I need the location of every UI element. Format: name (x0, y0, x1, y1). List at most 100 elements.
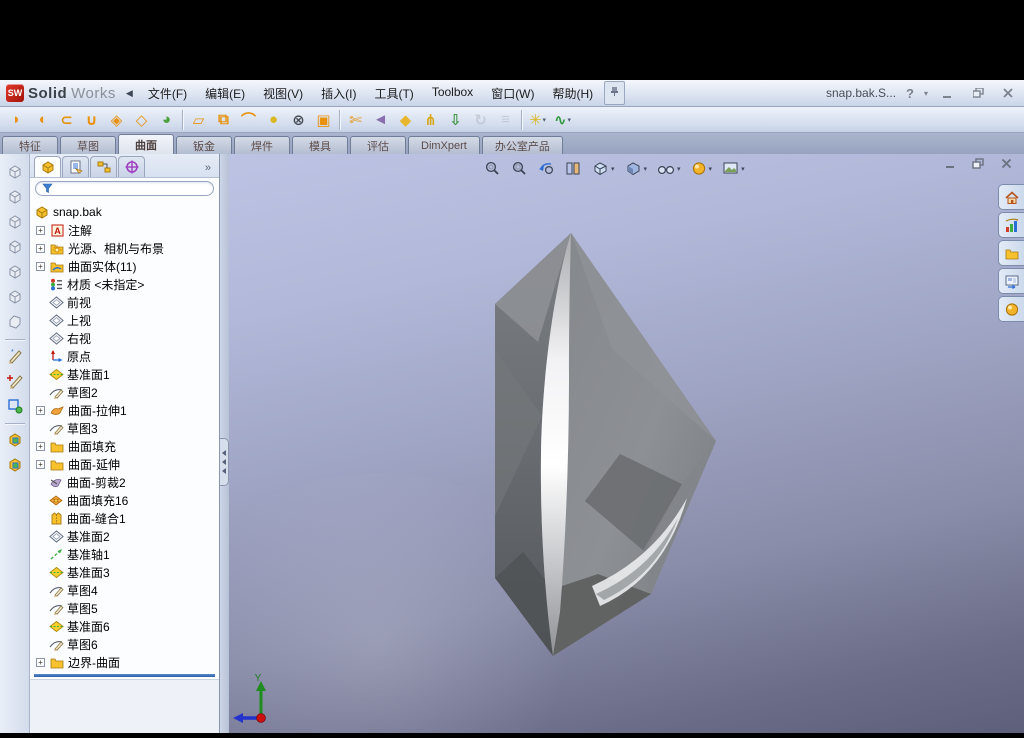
tree-item[interactable]: + 光源、相机与布景 (34, 239, 219, 257)
panel-tabs-overflow-icon[interactable]: » (205, 162, 217, 177)
tree-item[interactable]: 草图4 (34, 581, 219, 599)
zoom-to-fit-button[interactable] (481, 159, 504, 178)
tree-item[interactable]: 前视 (34, 293, 219, 311)
section-view-button[interactable] (562, 159, 585, 178)
expand-toggle[interactable]: + (36, 657, 45, 667)
tree-item[interactable]: 曲面-剪裁2 (34, 473, 219, 491)
tree-item[interactable]: 基准面6 (34, 617, 219, 635)
feature-tree-root[interactable]: snap.bak (34, 203, 219, 221)
apply-scene-button[interactable]: ▾ (719, 159, 748, 178)
file-explorer-tab[interactable] (998, 240, 1024, 266)
tree-item[interactable]: 基准面1 (34, 365, 219, 383)
menu-item-3[interactable]: 视图(V) (254, 82, 312, 105)
sketch-new-button[interactable]: * (3, 344, 27, 368)
trim-surface-button[interactable]: ✄ (343, 109, 368, 131)
menu-item-1[interactable]: 文件(F) (139, 82, 196, 105)
menu-item-6[interactable]: Toolbox (423, 82, 482, 105)
panel-splitter[interactable] (219, 154, 229, 733)
display-style-button[interactable]: ▾ (622, 159, 651, 178)
graphics-viewport[interactable]: ▾ ▾ ▾ ▾ ▾ Y (229, 154, 1024, 733)
close-doc-button[interactable] (996, 156, 1016, 171)
view-cube-iso-button[interactable] (3, 310, 27, 334)
tree-item[interactable]: + A 注解 (34, 221, 219, 239)
view-palette-tab[interactable] (998, 268, 1024, 294)
tree-item[interactable]: 上视 (34, 311, 219, 329)
edit-appearance-button[interactable]: ▾ (688, 159, 716, 178)
replace-face-button[interactable]: ▣ (311, 109, 336, 131)
tree-item[interactable]: 草图6 (34, 635, 219, 653)
tab-模具[interactable]: 模具 (292, 136, 348, 154)
tree-item[interactable]: 曲面-缝合1 (34, 509, 219, 527)
body-tool-1-button[interactable] (3, 428, 27, 452)
offset-surface-button[interactable]: ⧉ (211, 109, 236, 131)
expand-toggle[interactable]: + (36, 225, 45, 235)
tree-item[interactable]: + 曲面-拉伸1 (34, 401, 219, 419)
planar-surface-button[interactable]: ▱ (186, 109, 211, 131)
tree-item[interactable]: 草图2 (34, 383, 219, 401)
tree-item[interactable]: + 曲面实体(11) (34, 257, 219, 275)
tab-焊件[interactable]: 焊件 (234, 136, 290, 154)
featuremanager-tab[interactable] (34, 156, 61, 177)
swept-surface-button[interactable]: ⊂ (54, 109, 79, 131)
tree-item[interactable]: 右视 (34, 329, 219, 347)
tab-DimXpert[interactable]: DimXpert (408, 136, 480, 154)
expand-toggle[interactable]: + (36, 405, 45, 415)
tree-filter-input[interactable] (35, 181, 214, 196)
tree-item[interactable]: 材质 <未指定> (34, 275, 219, 293)
previous-view-button[interactable] (535, 159, 558, 178)
tree-item[interactable]: + 边界-曲面 (34, 653, 219, 671)
tree-item[interactable]: 基准面2 (34, 527, 219, 545)
revolved-surface-button[interactable]: ◖ (29, 109, 54, 131)
appearances-scenes-tab[interactable] (998, 296, 1024, 322)
extruded-surface-button[interactable]: ◗ (4, 109, 29, 131)
tree-item[interactable]: 草图3 (34, 419, 219, 437)
expand-toggle[interactable]: + (36, 261, 45, 271)
model-3d-gem[interactable] (229, 154, 1024, 733)
help-dropdown-icon[interactable]: ▾ (924, 89, 928, 98)
pin-menu-icon[interactable] (604, 81, 626, 105)
solidworks-resources-tab[interactable] (998, 184, 1024, 210)
expand-toggle[interactable]: + (36, 459, 45, 469)
view-cube-3-button[interactable] (3, 210, 27, 234)
tree-item[interactable]: + 曲面-延伸 (34, 455, 219, 473)
untrim-surface-button[interactable]: ◄ (368, 109, 393, 131)
design-library-tab[interactable] (998, 212, 1024, 238)
tree-item[interactable]: + 曲面填充 (34, 437, 219, 455)
delete-face-button[interactable]: ⊗ (286, 109, 311, 131)
filled-surface-button[interactable]: ◇ (129, 109, 154, 131)
sketch-add-button[interactable] (3, 369, 27, 393)
view-cube-2-button[interactable] (3, 185, 27, 209)
freeform-surface-button[interactable]: ◕ (154, 109, 179, 131)
minimize-doc-button[interactable] (940, 156, 960, 171)
tab-评估[interactable]: 评估 (350, 136, 406, 154)
rollback-bar[interactable] (34, 674, 215, 677)
help-icon[interactable]: ? (906, 86, 914, 101)
dimxpertmanager-tab[interactable] (118, 156, 145, 177)
menu-item-4[interactable]: 插入(I) (312, 82, 365, 105)
close-button[interactable] (998, 86, 1018, 101)
propertymanager-tab[interactable] (62, 156, 89, 177)
menu-item-5[interactable]: 工具(T) (365, 82, 422, 105)
convert-entities-button[interactable] (3, 394, 27, 418)
knit-surface-button[interactable]: ⋔ (418, 109, 443, 131)
tab-特征[interactable]: 特征 (2, 136, 58, 154)
reference-geometry-button[interactable]: ✳ ▾ (525, 109, 550, 131)
tab-办公室产品[interactable]: 办公室产品 (481, 136, 563, 154)
minimize-button[interactable] (938, 86, 958, 101)
menu-item-2[interactable]: 编辑(E) (196, 82, 254, 105)
tree-item[interactable]: 草图5 (34, 599, 219, 617)
tab-曲面[interactable]: 曲面 (118, 134, 174, 154)
ruled-surface-button[interactable]: ⌒ (236, 109, 261, 131)
tab-钣金[interactable]: 钣金 (176, 136, 232, 154)
tab-草图[interactable]: 草图 (60, 136, 116, 154)
panel-collapse-handle[interactable] (219, 438, 229, 486)
view-cube-1-button[interactable] (3, 160, 27, 184)
curves-button[interactable]: ∿ ▾ (550, 109, 575, 131)
tree-item[interactable]: 曲面填充16 (34, 491, 219, 509)
restore-doc-button[interactable] (968, 156, 988, 171)
menu-collapse-arrow-icon[interactable]: ◀ (120, 88, 139, 99)
restore-button[interactable] (968, 86, 988, 101)
tree-item[interactable]: 基准轴1 (34, 545, 219, 563)
expand-toggle[interactable]: + (36, 441, 45, 451)
extend-surface-button[interactable]: ◆ (393, 109, 418, 131)
